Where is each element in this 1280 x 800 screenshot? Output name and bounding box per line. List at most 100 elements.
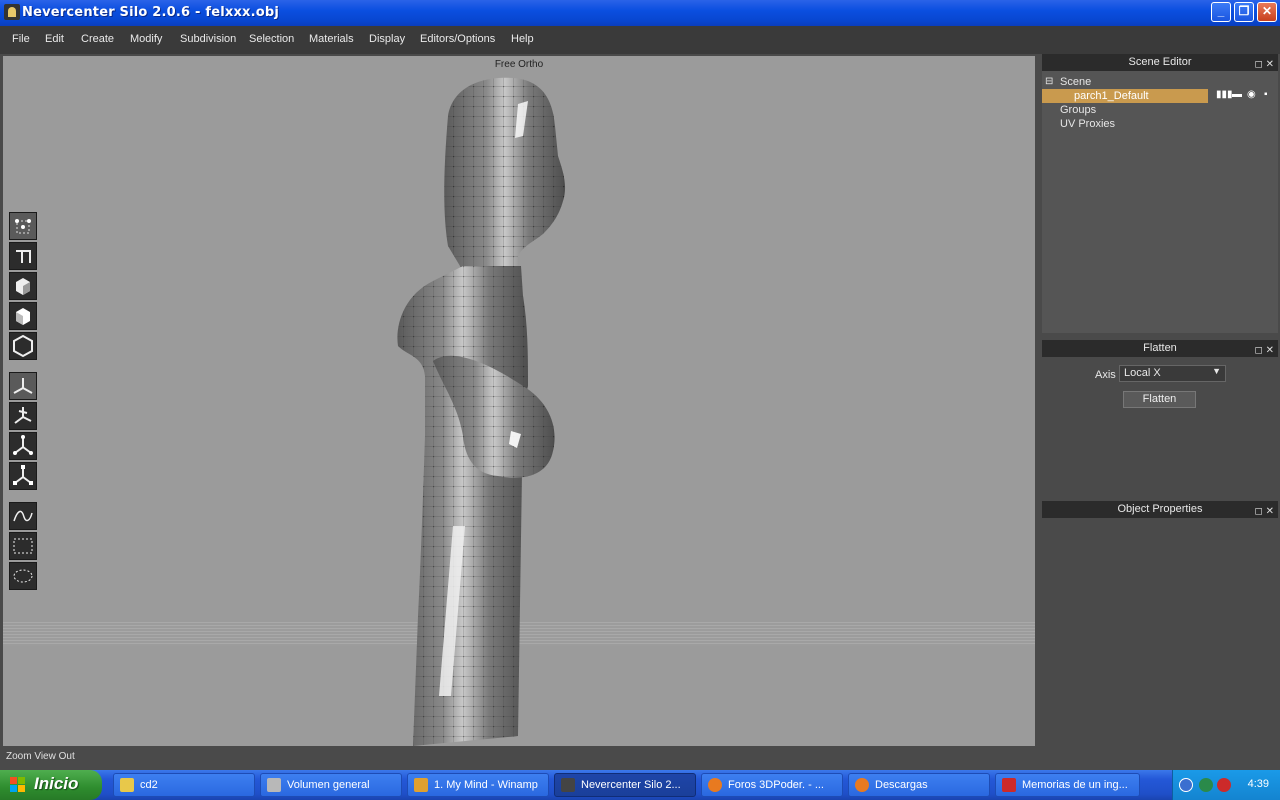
- scene-label: Scene: [1060, 76, 1092, 88]
- task-label: Volumen general: [287, 779, 370, 791]
- flatten-title: Flatten: [1143, 342, 1177, 354]
- edge-mode-button[interactable]: [9, 242, 37, 270]
- menu-file[interactable]: File: [12, 33, 30, 45]
- task-button-active[interactable]: Nevercenter Silo 2...: [554, 773, 696, 797]
- lasso-select-button[interactable]: [9, 502, 37, 530]
- status-bar: Zoom View Out: [0, 748, 1280, 768]
- move-tool-button[interactable]: [9, 402, 37, 430]
- rotate-tool-button[interactable]: [9, 432, 37, 460]
- task-button[interactable]: Descargas: [848, 773, 990, 797]
- axis-label: Axis: [1095, 369, 1116, 381]
- task-label: Foros 3DPoder. - ...: [728, 779, 824, 791]
- windows-flag-icon: [10, 777, 26, 793]
- menu-materials[interactable]: Materials: [309, 33, 354, 45]
- minimize-icon: _: [1217, 4, 1225, 18]
- lock-icon[interactable]: ▪: [1264, 89, 1268, 100]
- close-panel-icon[interactable]: ✕: [1266, 506, 1274, 517]
- task-button[interactable]: cd2: [113, 773, 255, 797]
- object-properties-title: Object Properties: [1117, 503, 1203, 515]
- move-gizmo-icon: [14, 407, 32, 424]
- task-button[interactable]: Foros 3DPoder. - ...: [701, 773, 843, 797]
- close-panel-icon[interactable]: ✕: [1266, 345, 1274, 356]
- menu-modify[interactable]: Modify: [130, 33, 162, 45]
- flatten-body: Axis Local X ▼ Flatten: [1042, 357, 1278, 497]
- float-panel-icon[interactable]: ◻: [1255, 345, 1263, 356]
- task-button[interactable]: Memorias de un ing...: [995, 773, 1140, 797]
- float-panel-icon[interactable]: ◻: [1255, 506, 1263, 517]
- task-label: 1. My Mind - Winamp: [434, 779, 538, 791]
- vertex-select-icon: [15, 219, 31, 234]
- object-mode-button[interactable]: [9, 302, 37, 330]
- scene-tree: ⊟ Scene parch1_Default ▮▮▮ ▬ ◉ ▪ Groups …: [1042, 71, 1278, 333]
- task-button[interactable]: Volumen general: [260, 773, 402, 797]
- antivirus-icon[interactable]: [1217, 778, 1231, 792]
- scene-object-row[interactable]: parch1_Default: [1042, 89, 1208, 103]
- scene-editor-header: Scene Editor ◻ ✕: [1042, 54, 1278, 71]
- uv-proxies-label: UV Proxies: [1060, 118, 1116, 130]
- scene-root-row[interactable]: ⊟ Scene: [1042, 75, 1278, 89]
- scale-gizmo-icon: [13, 465, 33, 485]
- wireframe-icon[interactable]: ▬: [1232, 89, 1242, 100]
- close-icon: ✕: [1261, 4, 1273, 18]
- menu-bar: File Edit Create Modify Subdivision Sele…: [0, 26, 1280, 54]
- uv-proxies-row[interactable]: UV Proxies: [1042, 117, 1278, 131]
- task-label: Descargas: [875, 779, 928, 791]
- axis-dropdown[interactable]: Local X ▼: [1119, 365, 1226, 382]
- title-bar: Nevercenter Silo 2.0.6 - felxxx.obj _ ❐ …: [0, 0, 1280, 26]
- minimize-button[interactable]: _: [1211, 2, 1231, 22]
- menu-edit[interactable]: Edit: [45, 33, 64, 45]
- groups-label: Groups: [1060, 104, 1097, 116]
- vertex-mode-button[interactable]: [9, 212, 37, 240]
- close-panel-icon[interactable]: ✕: [1266, 59, 1274, 70]
- chevron-down-icon: ▼: [1212, 366, 1221, 376]
- clock: 4:39: [1247, 778, 1269, 790]
- scale-tool-button[interactable]: [9, 462, 37, 490]
- face-mode-button[interactable]: [9, 272, 37, 300]
- float-panel-icon[interactable]: ◻: [1255, 59, 1263, 70]
- rect-select-button[interactable]: [9, 532, 37, 560]
- window-title: Nevercenter Silo 2.0.6 - felxxx.obj: [22, 5, 280, 20]
- system-tray: 4:39: [1172, 770, 1280, 800]
- object-properties-header: Object Properties ◻ ✕: [1042, 501, 1278, 518]
- edge-select-icon: [16, 250, 31, 263]
- task-label: Memorias de un ing...: [1022, 779, 1128, 791]
- visibility-eye-icon[interactable]: ◉: [1247, 89, 1256, 100]
- menu-help[interactable]: Help: [511, 33, 534, 45]
- mesh-model[interactable]: [3, 56, 1035, 746]
- status-text: Zoom View Out: [6, 751, 75, 762]
- ellipse-select-icon: [13, 569, 33, 583]
- collapse-toggle-icon[interactable]: ⊟: [1045, 75, 1053, 89]
- face-select-icon: [16, 278, 30, 295]
- volume-icon: [267, 778, 281, 792]
- panel-buttons: ◻ ✕: [1255, 503, 1274, 520]
- menu-display[interactable]: Display: [369, 33, 405, 45]
- scene-editor-panel: Scene Editor ◻ ✕ ⊟ Scene parch1_Default …: [1042, 54, 1278, 333]
- maximize-button[interactable]: ❐: [1234, 2, 1254, 22]
- object-properties-panel: Object Properties ◻ ✕: [1042, 501, 1278, 518]
- menu-subdivision[interactable]: Subdivision: [180, 33, 236, 45]
- object-label: parch1_Default: [1074, 90, 1149, 102]
- close-button[interactable]: ✕: [1257, 2, 1277, 22]
- menu-create[interactable]: Create: [81, 33, 114, 45]
- restore-icon: ❐: [1238, 4, 1250, 18]
- tray-expand-icon[interactable]: [1179, 778, 1193, 792]
- axis-dropdown-value: Local X: [1124, 367, 1161, 379]
- task-button[interactable]: 1. My Mind - Winamp: [407, 773, 549, 797]
- rotate-gizmo-icon: [13, 435, 33, 455]
- menu-editors-options[interactable]: Editors/Options: [420, 33, 495, 45]
- winamp-icon: [414, 778, 428, 792]
- rectangle-select-icon: [13, 538, 33, 554]
- ellipse-select-button[interactable]: [9, 562, 37, 590]
- security-shield-icon[interactable]: [1199, 778, 1213, 792]
- groups-row[interactable]: Groups: [1042, 103, 1278, 117]
- flatten-panel: Flatten ◻ ✕ Axis Local X ▼ Flatten: [1042, 340, 1278, 497]
- scene-editor-title: Scene Editor: [1128, 56, 1192, 68]
- flatten-button[interactable]: Flatten: [1123, 391, 1196, 408]
- hex-mode-button[interactable]: [9, 332, 37, 360]
- axis-tripod-icon: [13, 378, 33, 394]
- shading-icon[interactable]: ▮▮▮: [1216, 89, 1233, 100]
- start-button[interactable]: Inicio: [0, 770, 102, 800]
- menu-selection[interactable]: Selection: [249, 33, 294, 45]
- 3d-viewport[interactable]: Free Ortho: [3, 56, 1035, 746]
- select-tool-button[interactable]: [9, 372, 37, 400]
